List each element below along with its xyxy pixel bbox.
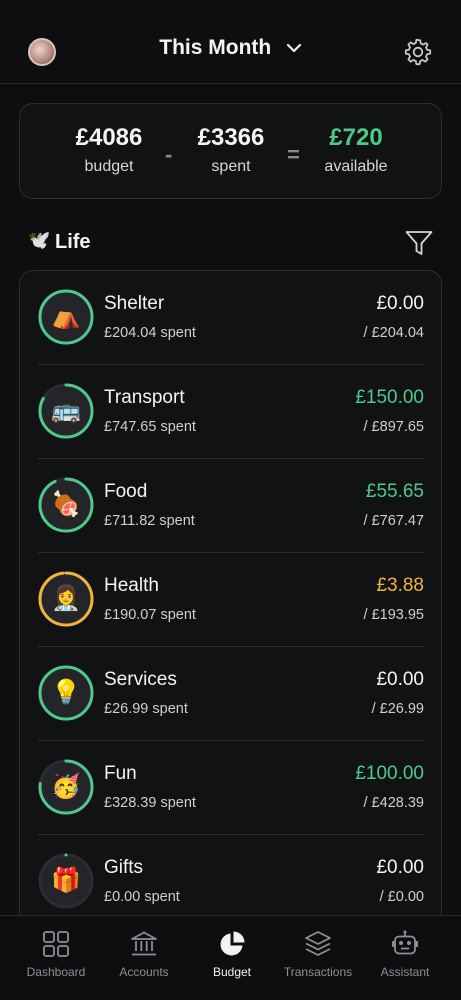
category-row-health[interactable]: 👩‍⚕️ Health £190.07 spent £3.88 / £193.95 (38, 553, 424, 647)
budget-label: budget (84, 158, 134, 175)
spent-label: spent (211, 158, 251, 175)
available-value: £720 (329, 124, 383, 151)
category-name: Transport (104, 387, 185, 408)
pie-chart-icon (220, 931, 245, 956)
layers-icon (305, 931, 331, 956)
category-progress-ring: ⛺ (38, 289, 94, 345)
tab-assistant[interactable]: Assistant (359, 916, 451, 1000)
category-row-services[interactable]: 💡 Services £26.99 spent £0.00 / £26.99 (38, 647, 424, 741)
category-row-shelter[interactable]: ⛺ Shelter £204.04 spent £0.00 / £204.04 (38, 271, 424, 365)
category-spent: £26.99 spent (104, 701, 188, 717)
available-total: £720 available (315, 124, 397, 176)
category-name: Gifts (104, 857, 144, 878)
category-available: £55.65 (365, 481, 424, 502)
period-title[interactable]: This Month (159, 36, 271, 60)
category-spent: £711.82 spent (104, 513, 195, 529)
tab-label: Assistant (380, 965, 430, 979)
category-available: £3.88 (376, 575, 424, 596)
category-row-food[interactable]: 🍖 Food £711.82 spent £55.65 / £767.47 (38, 459, 424, 553)
spent-value: £3366 (197, 124, 265, 151)
category-name: Fun (104, 763, 137, 784)
category-progress-ring: 🎁 (38, 853, 94, 909)
category-available: £150.00 (355, 387, 424, 408)
category-emoji-icon: 🍖 (51, 491, 81, 518)
category-name: Health (104, 575, 159, 596)
category-budget: / £26.99 (371, 701, 424, 717)
category-emoji-icon: 👩‍⚕️ (51, 585, 81, 612)
section-header: 🕊️ Life (28, 228, 438, 260)
category-name: Services (104, 669, 177, 690)
dashboard-grid-icon (43, 931, 69, 957)
category-name: Shelter (104, 293, 165, 314)
category-spent: £747.65 spent (104, 419, 196, 435)
dove-icon: 🕊️ (28, 230, 51, 250)
period-selector[interactable]: This Month (0, 36, 461, 60)
category-budget: / £428.39 (363, 795, 424, 811)
equals-sign: = (287, 142, 300, 167)
bottom-tab-bar: Dashboard Accounts Budget Transactions A… (0, 915, 461, 1000)
category-available: £0.00 (376, 669, 424, 690)
category-budget: / £767.47 (363, 513, 424, 529)
category-list: ⛺ Shelter £204.04 spent £0.00 / £204.04 🚌 Tran… (19, 270, 442, 930)
category-emoji-icon: 🚌 (51, 397, 81, 424)
gear-icon[interactable] (403, 37, 433, 67)
category-emoji-icon: 💡 (51, 679, 81, 706)
category-progress-ring: 💡 (38, 665, 94, 721)
budget-summary: £4086 budget - £3366 spent = £720 availa… (19, 103, 442, 199)
filter-icon[interactable] (404, 228, 434, 258)
category-spent: £204.04 spent (104, 325, 196, 341)
category-available: £100.00 (355, 763, 424, 784)
tab-transactions[interactable]: Transactions (272, 916, 364, 1000)
tab-budget[interactable]: Budget (186, 916, 278, 1000)
category-emoji-icon: 🥳 (51, 773, 81, 800)
category-progress-ring: 🍖 (38, 477, 94, 533)
category-budget: / £897.65 (363, 419, 424, 435)
tab-accounts[interactable]: Accounts (98, 916, 190, 1000)
category-spent: £190.07 spent (104, 607, 196, 623)
category-row-transport[interactable]: 🚌 Transport £747.65 spent £150.00 / £897.65 (38, 365, 424, 459)
category-row-fun[interactable]: 🥳 Fun £328.39 spent £100.00 / £428.39 (38, 741, 424, 835)
category-progress-ring: 🚌 (38, 383, 94, 439)
budget-total: £4086 budget (66, 124, 152, 176)
top-bar: This Month (0, 0, 461, 84)
spent-total: £3366 spent (190, 124, 272, 176)
available-label: available (324, 158, 388, 175)
category-available: £0.00 (376, 857, 424, 878)
category-available: £0.00 (376, 293, 424, 314)
tab-dashboard[interactable]: Dashboard (10, 916, 102, 1000)
robot-icon (392, 930, 418, 955)
category-budget: / £0.00 (379, 889, 424, 905)
section-title: Life (55, 231, 91, 253)
tab-label: Dashboard (26, 965, 86, 979)
category-progress-ring: 🥳 (38, 759, 94, 815)
bank-icon (131, 931, 157, 956)
category-emoji-icon: ⛺ (51, 303, 81, 330)
category-budget: / £193.95 (363, 607, 424, 623)
tab-label: Budget (212, 965, 252, 979)
minus-sign: - (165, 142, 173, 167)
category-name: Food (104, 481, 148, 502)
category-spent: £328.39 spent (104, 795, 196, 811)
category-spent: £0.00 spent (104, 889, 180, 905)
category-progress-ring: 👩‍⚕️ (38, 571, 94, 627)
category-budget: / £204.04 (363, 325, 424, 341)
category-emoji-icon: 🎁 (51, 867, 81, 894)
tab-label: Transactions (283, 965, 353, 979)
chevron-down-icon[interactable] (286, 43, 302, 53)
budget-value: £4086 (75, 124, 143, 151)
tab-label: Accounts (119, 965, 169, 979)
